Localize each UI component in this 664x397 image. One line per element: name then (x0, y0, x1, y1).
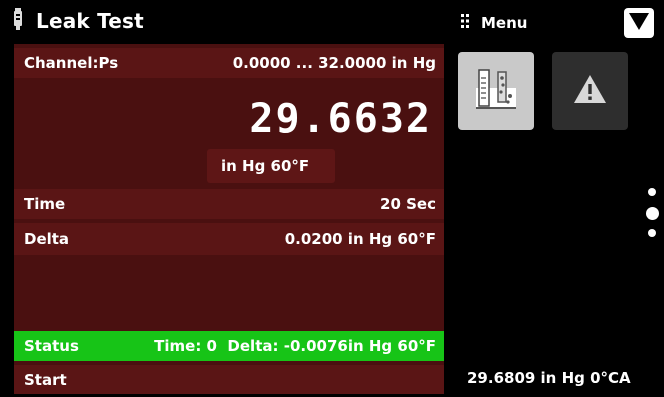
time-row[interactable]: Time 20 Sec (14, 189, 444, 219)
time-label: Time (24, 195, 66, 213)
dropdown-button[interactable] (624, 8, 654, 38)
barometric-reading: 29.6809 in Hg 0°CA (467, 369, 631, 387)
page-dot-active[interactable] (646, 207, 659, 220)
thermometer-icon (12, 8, 24, 34)
status-label: Status (24, 337, 79, 355)
channel-row[interactable]: Channel:Ps 0.0000 ... 32.0000 in Hg (14, 48, 444, 78)
page-dot[interactable] (648, 229, 656, 237)
unit-label: in Hg 60°F (221, 157, 310, 175)
page-dot[interactable] (648, 188, 656, 196)
start-label: Start (24, 370, 67, 389)
channel-range: 0.0000 ... 32.0000 in Hg (232, 54, 436, 72)
channel-label: Channel:Ps (24, 54, 119, 72)
beaker-sensor-icon (474, 68, 518, 114)
page-indicator[interactable] (641, 185, 661, 245)
status-value: Time: 0 Delta: -0.0076in Hg 60°F (154, 337, 436, 355)
leak-test-app-tile[interactable] (458, 52, 534, 130)
leak-test-panel: Channel:Ps 0.0000 ... 32.0000 in Hg 29.6… (14, 44, 444, 394)
menu-label: Menu (481, 13, 528, 32)
pressure-reading: 29.6632 (249, 96, 432, 142)
delta-label: Delta (24, 230, 70, 248)
status-row: Status Time: 0 Delta: -0.0076in Hg 60°F (14, 331, 444, 361)
title-area: Leak Test (12, 8, 144, 34)
unit-selector[interactable]: in Hg 60°F (207, 149, 335, 183)
grip-dots-icon (461, 13, 469, 32)
delta-row[interactable]: Delta 0.0200 in Hg 60°F (14, 223, 444, 255)
warning-triangle-icon (572, 73, 608, 109)
delta-value: 0.0200 in Hg 60°F (284, 230, 436, 248)
alarm-tile[interactable] (552, 52, 628, 130)
page-title: Leak Test (36, 9, 144, 33)
start-button[interactable]: Start (14, 365, 444, 394)
top-bar: Leak Test Menu (0, 0, 664, 44)
triangle-down-icon (628, 11, 650, 35)
time-value: 20 Sec (380, 195, 436, 213)
menu-button[interactable]: Menu (461, 13, 527, 32)
